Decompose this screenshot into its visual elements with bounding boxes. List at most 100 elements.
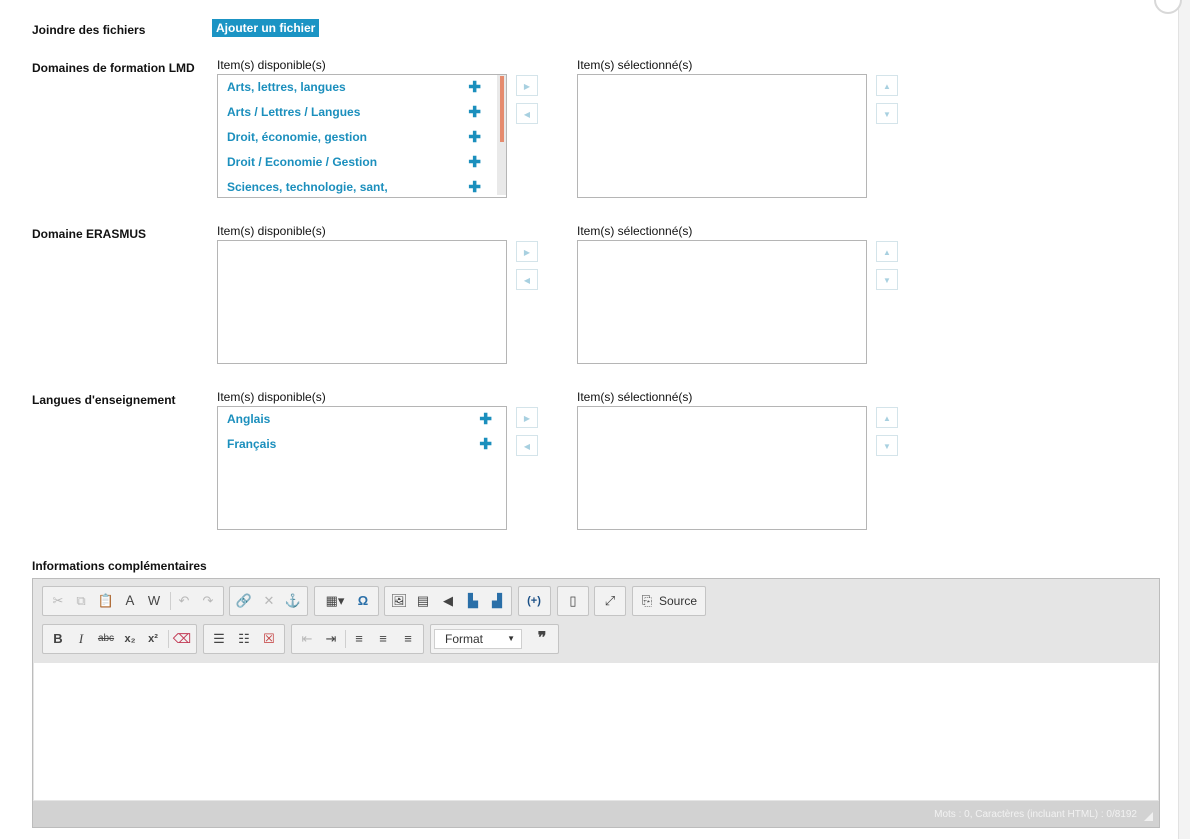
- superscript-icon[interactable]: x²: [143, 629, 163, 649]
- arrow-down-icon[interactable]: ▼: [876, 269, 898, 290]
- outdent-icon[interactable]: ⇤: [297, 629, 317, 649]
- bold-icon[interactable]: B: [48, 629, 68, 649]
- list-item[interactable]: Arts, lettres, langues ✚: [218, 75, 492, 100]
- selected-items-title: Item(s) sélectionné(s): [577, 390, 693, 404]
- list-item[interactable]: Sciences, technologie, sant, ✚: [218, 175, 492, 197]
- media-group: 🖼 ▤ ◀ ▙ ▟: [384, 586, 512, 616]
- basic-styles-group: B I abc x₂ x² ⌫: [42, 624, 197, 654]
- plus-icon[interactable]: ✚: [468, 125, 481, 150]
- source-icon: ⎘: [641, 593, 653, 608]
- corner-badge: [1154, 0, 1182, 14]
- align-center-icon[interactable]: ≡: [373, 629, 393, 649]
- languages-selected-list[interactable]: [577, 406, 867, 530]
- show-blocks-icon[interactable]: ▯: [563, 591, 583, 611]
- list-item[interactable]: Français ✚: [218, 432, 503, 457]
- special-char-icon[interactable]: Ω: [353, 591, 373, 611]
- arrow-down-icon[interactable]: ▼: [876, 435, 898, 456]
- arrow-left-icon[interactable]: ◀: [516, 269, 538, 290]
- insert-group: ▦▾ Ω: [314, 586, 379, 616]
- arrow-right-icon[interactable]: ▶: [516, 241, 538, 262]
- add-file-button[interactable]: Ajouter un fichier: [212, 19, 320, 37]
- chevron-down-icon: ▼: [507, 634, 515, 643]
- blockquote-icon[interactable]: ❞: [532, 629, 552, 649]
- italic-icon[interactable]: I: [71, 629, 91, 649]
- maximize-group: ⤢: [594, 586, 626, 616]
- anchor-icon[interactable]: ⚓: [283, 591, 303, 611]
- editor-content-area[interactable]: [34, 663, 1158, 800]
- arrow-down-icon[interactable]: ▼: [876, 103, 898, 124]
- erasmus-selected-list[interactable]: [577, 240, 867, 364]
- cut-icon[interactable]: ✂: [48, 591, 68, 611]
- placeholder-group: (+): [518, 586, 551, 616]
- remove-list-icon[interactable]: ☒: [259, 629, 279, 649]
- plus-icon[interactable]: ✚: [479, 432, 492, 457]
- block-group: ▯: [557, 586, 589, 616]
- plus-icon[interactable]: ✚: [468, 75, 481, 100]
- list-item[interactable]: Anglais ✚: [218, 407, 503, 432]
- paste-text-icon[interactable]: Ａ: [120, 591, 140, 611]
- editor-status-bar: Mots : 0, Caractères (incluant HTML) : 0…: [33, 801, 1159, 827]
- link-group: 🔗 ✕ ⚓: [229, 586, 308, 616]
- plus-icon[interactable]: ✚: [468, 175, 481, 197]
- plus-icon[interactable]: ✚: [468, 100, 481, 125]
- arrow-up-icon[interactable]: ▲: [876, 75, 898, 96]
- undo-icon[interactable]: ↶: [174, 591, 194, 611]
- remove-format-icon[interactable]: ⌫: [172, 629, 192, 649]
- attach-files-label: Joindre des fichiers: [32, 23, 146, 37]
- available-items-title: Item(s) disponible(s): [217, 58, 326, 72]
- lmd-available-list[interactable]: Arts, lettres, langues ✚ Arts / Lettres /…: [217, 74, 507, 198]
- link-icon[interactable]: 🔗: [234, 591, 254, 611]
- selected-items-title: Item(s) sélectionné(s): [577, 224, 693, 238]
- video-icon[interactable]: ▤: [413, 591, 433, 611]
- copy-icon[interactable]: ⧉: [71, 591, 91, 611]
- arrow-up-icon[interactable]: ▲: [876, 241, 898, 262]
- scroll-thumb[interactable]: [500, 76, 504, 142]
- paste-word-icon[interactable]: W: [144, 591, 164, 611]
- list-item[interactable]: Arts / Lettres / Langues ✚: [218, 100, 492, 125]
- paste-icon[interactable]: 📋: [96, 591, 116, 611]
- media-icon[interactable]: ▙: [463, 591, 483, 611]
- erasmus-domain-label: Domaine ERASMUS: [32, 227, 147, 241]
- embed-icon[interactable]: ▟: [487, 591, 507, 611]
- available-items-title: Item(s) disponible(s): [217, 224, 326, 238]
- lmd-selected-list[interactable]: [577, 74, 867, 198]
- subscript-icon[interactable]: x₂: [120, 629, 140, 649]
- form-panel: Joindre des fichiers Ajouter un fichier …: [0, 0, 1182, 839]
- extra-info-label: Informations complémentaires: [32, 559, 207, 573]
- indent-icon[interactable]: ⇥: [321, 629, 341, 649]
- plus-icon[interactable]: ✚: [479, 407, 492, 432]
- redo-icon[interactable]: ↷: [198, 591, 218, 611]
- bulleted-list-icon[interactable]: ☷: [234, 629, 254, 649]
- image-icon[interactable]: 🖼: [389, 591, 409, 611]
- list-item[interactable]: Droit, économie, gestion ✚: [218, 125, 492, 150]
- clipboard-group: ✂ ⧉ 📋 Ａ W ↶ ↷: [42, 586, 224, 616]
- teaching-languages-label: Langues d'enseignement: [32, 393, 176, 407]
- available-items-title: Item(s) disponible(s): [217, 390, 326, 404]
- lmd-domains-label: Domaines de formation LMD: [32, 61, 195, 75]
- arrow-right-icon[interactable]: ▶: [516, 75, 538, 96]
- audio-icon[interactable]: ◀: [438, 591, 458, 611]
- format-dropdown[interactable]: Format ▼: [434, 629, 522, 649]
- arrow-left-icon[interactable]: ◀: [516, 435, 538, 456]
- arrow-up-icon[interactable]: ▲: [876, 407, 898, 428]
- table-icon[interactable]: ▦▾: [321, 591, 349, 611]
- selected-items-title: Item(s) sélectionné(s): [577, 58, 693, 72]
- arrow-right-icon[interactable]: ▶: [516, 407, 538, 428]
- placeholder-icon[interactable]: (+): [524, 591, 544, 611]
- source-button[interactable]: ⎘ Source: [632, 586, 706, 616]
- align-right-icon[interactable]: ≡: [398, 629, 418, 649]
- strike-icon[interactable]: abc: [96, 629, 116, 649]
- list-item[interactable]: Droit / Economie / Gestion ✚: [218, 150, 492, 175]
- erasmus-available-list[interactable]: [217, 240, 507, 364]
- align-left-icon[interactable]: ≡: [349, 629, 369, 649]
- list-group: ☰ ☷ ☒: [203, 624, 285, 654]
- word-count: Mots : 0, Caractères (incluant HTML) : 0…: [934, 809, 1137, 820]
- numbered-list-icon[interactable]: ☰: [209, 629, 229, 649]
- resize-handle-icon[interactable]: [1144, 812, 1153, 821]
- languages-available-list[interactable]: Anglais ✚ Français ✚: [217, 406, 507, 530]
- arrow-left-icon[interactable]: ◀: [516, 103, 538, 124]
- maximize-icon[interactable]: ⤢: [600, 591, 620, 611]
- list-scrollbar[interactable]: [497, 75, 506, 195]
- unlink-icon[interactable]: ✕: [259, 591, 279, 611]
- plus-icon[interactable]: ✚: [468, 150, 481, 175]
